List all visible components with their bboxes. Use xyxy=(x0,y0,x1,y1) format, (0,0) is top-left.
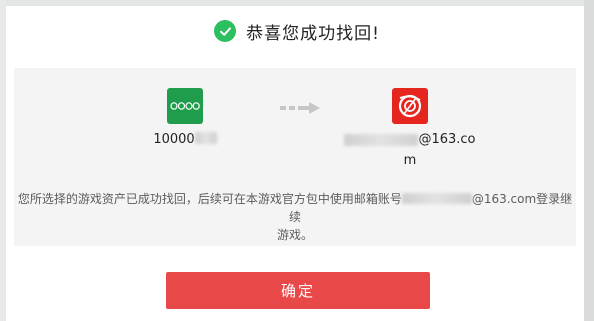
email-suffix-line2: m xyxy=(403,153,417,168)
masked-email-blur xyxy=(344,133,419,146)
target-account-email: @163.co m xyxy=(330,132,490,168)
confirm-button[interactable]: 确定 xyxy=(166,272,430,309)
target-account: @163.co m xyxy=(330,88,490,168)
description-part3: 游戏。 xyxy=(276,228,313,242)
oppo-logo-icon xyxy=(167,88,203,124)
recovery-success-dialog: 恭喜您成功找回! 10000 @163.co m 您所选择的游戏资产已成功找回，… xyxy=(0,0,594,321)
dialog-header: 恭喜您成功找回! xyxy=(0,16,594,46)
source-account-id-prefix: 10000 xyxy=(153,132,195,147)
dialog-edge-left xyxy=(0,0,6,321)
description-part1: 您所选择的游戏资产已成功找回，后续可在本游戏官方包中使用邮箱账号 xyxy=(17,192,402,206)
dialog-edge-right xyxy=(584,0,594,321)
masked-email-inline-blur xyxy=(401,193,472,204)
recovery-description: 您所选择的游戏资产已成功找回，后续可在本游戏官方包中使用邮箱账号 @163.com… xyxy=(14,190,576,244)
source-account-id: 10000 xyxy=(150,132,220,147)
masked-id-blur xyxy=(194,132,217,144)
dialog-edge-top xyxy=(0,0,594,6)
check-circle-icon xyxy=(214,20,237,42)
email-suffix-line1: @163.co xyxy=(418,132,476,147)
netease-logo-icon xyxy=(392,88,428,124)
source-account: 10000 xyxy=(150,88,220,147)
dialog-title: 恭喜您成功找回! xyxy=(246,23,380,44)
transfer-arrow-icon xyxy=(280,102,320,114)
